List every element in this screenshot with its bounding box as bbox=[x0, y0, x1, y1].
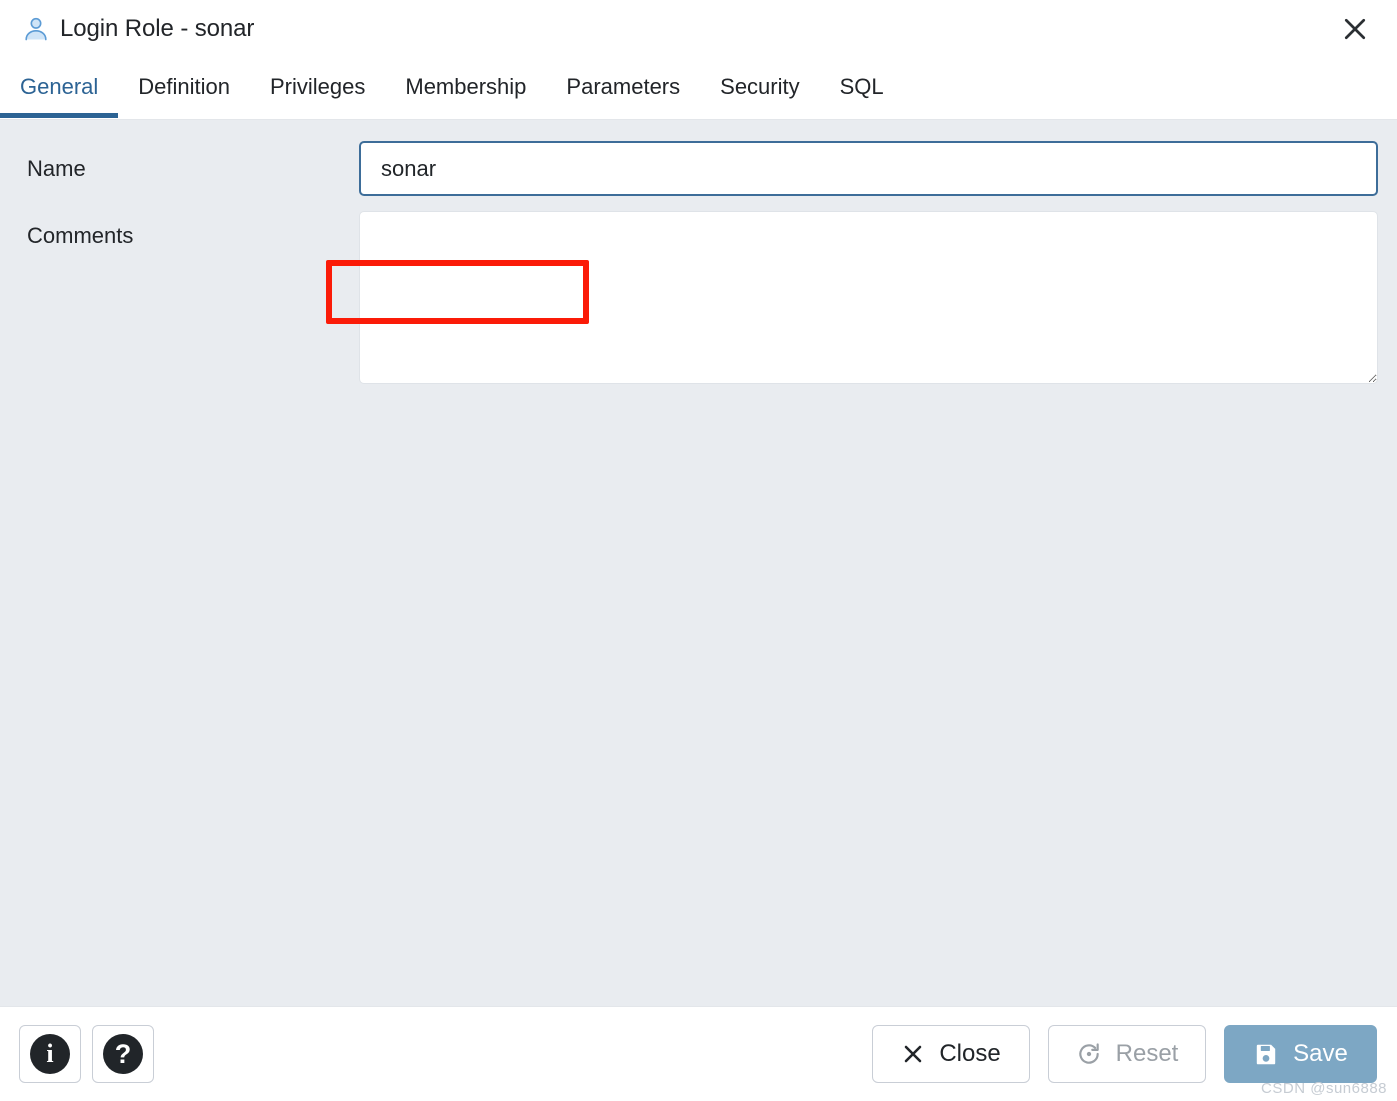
reset-button[interactable]: Reset bbox=[1048, 1025, 1206, 1083]
tab-parameters[interactable]: Parameters bbox=[546, 57, 700, 117]
general-tab-panel: Name Comments bbox=[0, 120, 1397, 1006]
close-button[interactable]: Close bbox=[872, 1025, 1030, 1083]
name-input[interactable] bbox=[359, 141, 1378, 196]
tab-label: Membership bbox=[405, 74, 527, 99]
tab-label: Security bbox=[720, 74, 800, 99]
footer-left-buttons: i ? bbox=[19, 1025, 154, 1083]
tab-sql[interactable]: SQL bbox=[820, 57, 904, 117]
comments-field-wrapper bbox=[359, 211, 1397, 384]
user-role-icon bbox=[22, 15, 50, 43]
close-icon[interactable] bbox=[1333, 7, 1377, 51]
comments-label: Comments bbox=[27, 223, 134, 248]
save-button[interactable]: Save bbox=[1224, 1025, 1377, 1083]
close-button-label: Close bbox=[939, 1040, 1001, 1067]
tab-membership[interactable]: Membership bbox=[385, 57, 546, 117]
tab-privileges[interactable]: Privileges bbox=[250, 57, 385, 117]
reset-icon bbox=[1076, 1041, 1102, 1067]
save-floppy-icon bbox=[1253, 1041, 1279, 1067]
tab-label: Parameters bbox=[566, 74, 681, 99]
dialog-title: Login Role - sonar bbox=[60, 14, 255, 42]
name-label: Name bbox=[27, 156, 86, 181]
help-button[interactable]: ? bbox=[92, 1025, 154, 1083]
tab-label: Privileges bbox=[270, 74, 366, 99]
reset-button-label: Reset bbox=[1115, 1040, 1179, 1067]
name-field-wrapper bbox=[359, 141, 1397, 196]
tab-general[interactable]: General bbox=[0, 57, 119, 118]
info-button[interactable]: i bbox=[19, 1025, 81, 1083]
tab-label: Definition bbox=[138, 74, 230, 99]
login-role-dialog: Login Role - sonar General Definition Pr… bbox=[0, 0, 1397, 1101]
comments-textarea[interactable] bbox=[359, 211, 1378, 384]
tab-definition[interactable]: Definition bbox=[118, 57, 250, 117]
tab-label: SQL bbox=[839, 74, 884, 99]
tab-label: General bbox=[20, 74, 99, 99]
info-icon: i bbox=[30, 1034, 70, 1074]
help-icon: ? bbox=[103, 1034, 143, 1074]
comments-form-row: Comments bbox=[0, 196, 1397, 384]
dialog-footer: i ? Close Reset Save CSDN @sun6888 bbox=[0, 1006, 1397, 1101]
save-button-label: Save bbox=[1293, 1040, 1348, 1067]
footer-right-buttons: Close Reset Save bbox=[872, 1025, 1377, 1083]
tab-security[interactable]: Security bbox=[700, 57, 819, 117]
dialog-tabs: General Definition Privileges Membership… bbox=[0, 57, 1397, 120]
close-x-icon bbox=[901, 1042, 925, 1066]
name-form-row: Name bbox=[0, 120, 1397, 196]
dialog-titlebar: Login Role - sonar bbox=[0, 0, 1397, 57]
